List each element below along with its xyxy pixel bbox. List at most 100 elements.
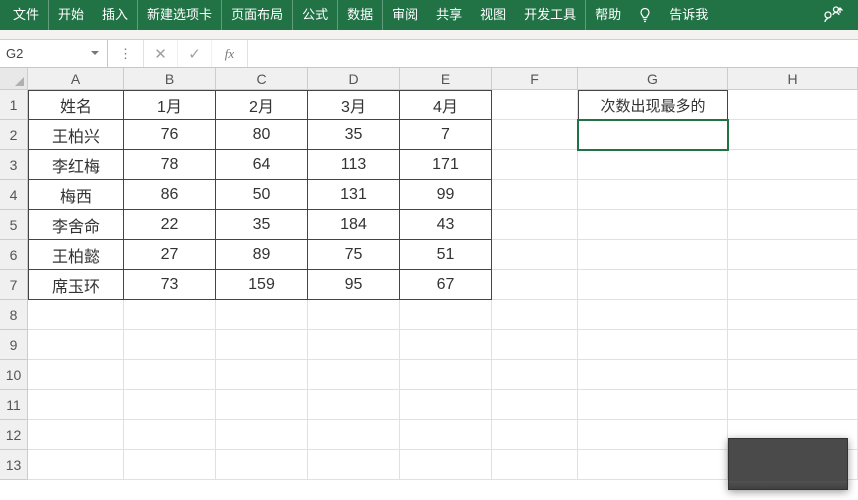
col-header-E[interactable]: E: [400, 68, 492, 89]
cell-C1[interactable]: 2月: [216, 90, 308, 120]
ribbon-tab-developer[interactable]: 开发工具: [515, 0, 586, 30]
cell-A11[interactable]: [28, 390, 124, 420]
formula-input[interactable]: [248, 40, 858, 67]
cell-A9[interactable]: [28, 330, 124, 360]
cell-C10[interactable]: [216, 360, 308, 390]
cell-A10[interactable]: [28, 360, 124, 390]
cell-C6[interactable]: 89: [216, 240, 308, 270]
ribbon-tab-share[interactable]: 共享: [427, 0, 471, 30]
cell-G6[interactable]: [578, 240, 728, 270]
ribbon-tell-me[interactable]: 告诉我: [660, 0, 717, 30]
ribbon-tab-data[interactable]: 数据: [338, 0, 383, 30]
name-box-dropdown-icon[interactable]: [87, 46, 103, 62]
col-header-F[interactable]: F: [492, 68, 578, 89]
row-header-5[interactable]: 5: [0, 210, 28, 240]
select-all-corner[interactable]: [0, 68, 28, 89]
cell-H9[interactable]: [728, 330, 858, 360]
cell-D3[interactable]: 113: [308, 150, 400, 180]
col-header-H[interactable]: H: [728, 68, 858, 89]
col-header-C[interactable]: C: [216, 68, 308, 89]
cell-B2[interactable]: 76: [124, 120, 216, 150]
cell-D7[interactable]: 95: [308, 270, 400, 300]
cell-F8[interactable]: [492, 300, 578, 330]
cell-D12[interactable]: [308, 420, 400, 450]
cell-A7[interactable]: 席玉环: [28, 270, 124, 300]
row-header-4[interactable]: 4: [0, 180, 28, 210]
cell-H6[interactable]: [728, 240, 858, 270]
cell-B12[interactable]: [124, 420, 216, 450]
cell-A1[interactable]: 姓名: [28, 90, 124, 120]
row-header-8[interactable]: 8: [0, 300, 28, 330]
cell-E7[interactable]: 67: [400, 270, 492, 300]
cell-H1[interactable]: [728, 90, 858, 120]
cell-D9[interactable]: [308, 330, 400, 360]
cell-F10[interactable]: [492, 360, 578, 390]
cell-E11[interactable]: [400, 390, 492, 420]
cell-B11[interactable]: [124, 390, 216, 420]
cell-G13[interactable]: [578, 450, 728, 480]
cell-H2[interactable]: [728, 120, 858, 150]
cell-C11[interactable]: [216, 390, 308, 420]
ribbon-tab-formulas[interactable]: 公式: [293, 0, 338, 30]
ribbon-tab-layout[interactable]: 页面布局: [222, 0, 293, 30]
cell-F2[interactable]: [492, 120, 578, 150]
ribbon-tab-help[interactable]: 帮助: [586, 0, 630, 30]
cell-A6[interactable]: 王柏懿: [28, 240, 124, 270]
cell-H7[interactable]: [728, 270, 858, 300]
cell-E5[interactable]: 43: [400, 210, 492, 240]
cell-F6[interactable]: [492, 240, 578, 270]
cell-E4[interactable]: 99: [400, 180, 492, 210]
cell-D5[interactable]: 184: [308, 210, 400, 240]
ribbon-tab-view[interactable]: 视图: [471, 0, 515, 30]
row-header-7[interactable]: 7: [0, 270, 28, 300]
share-icon[interactable]: [814, 6, 854, 24]
cell-A5[interactable]: 李舍命: [28, 210, 124, 240]
cell-D11[interactable]: [308, 390, 400, 420]
name-box[interactable]: G2: [0, 40, 108, 67]
cell-G11[interactable]: [578, 390, 728, 420]
cell-A4[interactable]: 梅西: [28, 180, 124, 210]
row-header-2[interactable]: 2: [0, 120, 28, 150]
cell-E10[interactable]: [400, 360, 492, 390]
cell-B4[interactable]: 86: [124, 180, 216, 210]
cancel-icon[interactable]: ✕: [144, 40, 178, 67]
cell-D6[interactable]: 75: [308, 240, 400, 270]
cell-C4[interactable]: 50: [216, 180, 308, 210]
cell-G10[interactable]: [578, 360, 728, 390]
cell-F13[interactable]: [492, 450, 578, 480]
cell-C12[interactable]: [216, 420, 308, 450]
cell-E12[interactable]: [400, 420, 492, 450]
cell-B8[interactable]: [124, 300, 216, 330]
cell-D10[interactable]: [308, 360, 400, 390]
cell-H4[interactable]: [728, 180, 858, 210]
cell-B10[interactable]: [124, 360, 216, 390]
cell-G3[interactable]: [578, 150, 728, 180]
ribbon-tab-home[interactable]: 开始: [49, 0, 93, 30]
cell-F4[interactable]: [492, 180, 578, 210]
cell-A13[interactable]: [28, 450, 124, 480]
row-header-11[interactable]: 11: [0, 390, 28, 420]
cell-C9[interactable]: [216, 330, 308, 360]
formula-bar-expand[interactable]: ⋮: [108, 40, 144, 67]
row-header-10[interactable]: 10: [0, 360, 28, 390]
cell-H11[interactable]: [728, 390, 858, 420]
cell-C7[interactable]: 159: [216, 270, 308, 300]
cell-C5[interactable]: 35: [216, 210, 308, 240]
cell-F9[interactable]: [492, 330, 578, 360]
cell-D4[interactable]: 131: [308, 180, 400, 210]
cell-G7[interactable]: [578, 270, 728, 300]
row-header-6[interactable]: 6: [0, 240, 28, 270]
col-header-B[interactable]: B: [124, 68, 216, 89]
cell-B6[interactable]: 27: [124, 240, 216, 270]
cell-G9[interactable]: [578, 330, 728, 360]
cell-D13[interactable]: [308, 450, 400, 480]
cell-C13[interactable]: [216, 450, 308, 480]
cell-B9[interactable]: [124, 330, 216, 360]
cell-E13[interactable]: [400, 450, 492, 480]
spreadsheet-grid[interactable]: ABCDEFGH 1姓名1月2月3月4月次数出现最多的2王柏兴76803573李…: [0, 68, 858, 500]
ribbon-tab-newtab[interactable]: 新建选项卡: [138, 0, 222, 30]
ribbon-tab-review[interactable]: 审阅: [383, 0, 427, 30]
cell-H3[interactable]: [728, 150, 858, 180]
cell-H5[interactable]: [728, 210, 858, 240]
cell-E8[interactable]: [400, 300, 492, 330]
